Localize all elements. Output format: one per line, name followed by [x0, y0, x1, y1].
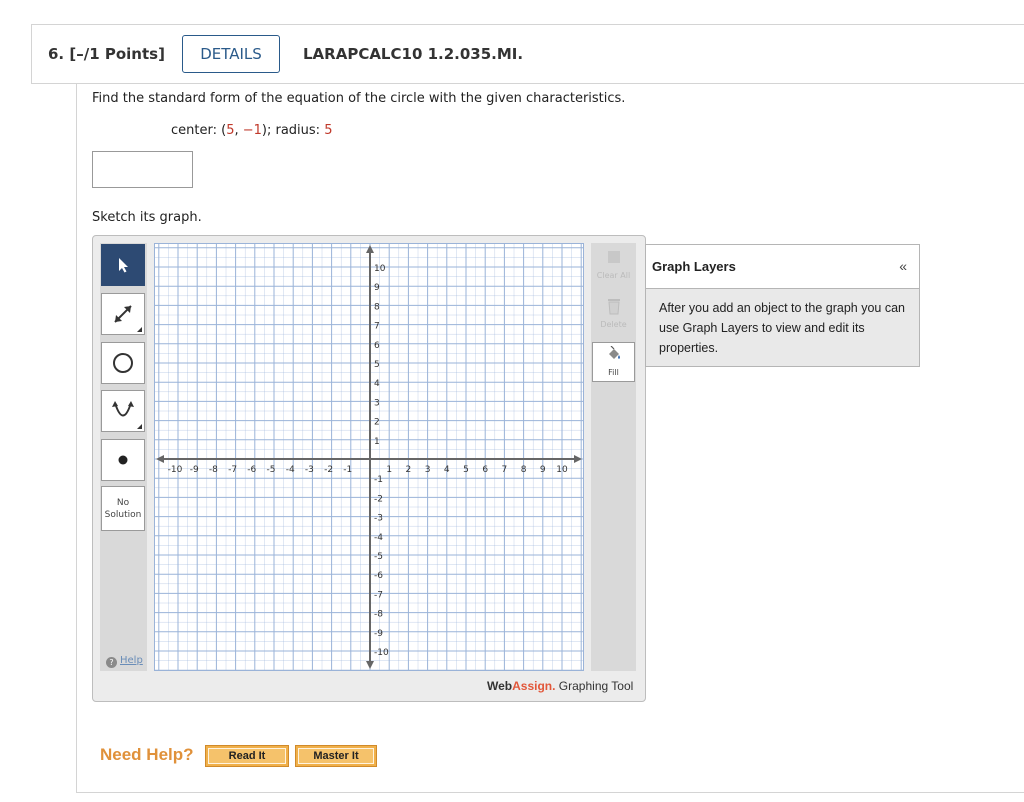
x-tick-label: -10 — [168, 465, 183, 475]
x-tick-label: 9 — [540, 465, 546, 475]
clear-all-icon — [607, 251, 620, 263]
help-icon: ? — [106, 657, 117, 668]
master-it-label: Master It — [298, 748, 374, 764]
x-tick-label: -1 — [343, 465, 352, 475]
brand-tool: Graphing Tool — [555, 679, 634, 693]
y-tick-label: 1 — [374, 437, 380, 447]
clear-all-button[interactable]: Clear All — [592, 244, 635, 284]
x-tick-label: 10 — [556, 465, 568, 475]
x-tick-label: -9 — [190, 465, 199, 475]
fill-button[interactable]: Fill — [592, 342, 635, 382]
content-left-border — [76, 84, 77, 793]
x-tick-label: 6 — [482, 465, 488, 475]
question-prompt: Find the standard form of the equation o… — [92, 91, 626, 106]
answer-input[interactable] — [92, 151, 193, 188]
y-tick-label: -4 — [374, 533, 383, 543]
graph-layers-panel: Graph Layers « After you add an object t… — [645, 244, 920, 367]
collapse-layers-button[interactable]: « — [899, 258, 907, 274]
y-tick-label: -2 — [374, 494, 383, 504]
brand-assign: Assign. — [512, 679, 556, 693]
center-label: center: ( — [171, 123, 227, 138]
delete-button[interactable]: Delete — [592, 293, 635, 333]
x-tick-label: 2 — [406, 465, 412, 475]
point-tool-button[interactable] — [101, 439, 145, 481]
x-tick-label: -6 — [247, 465, 256, 475]
pointer-icon — [119, 258, 128, 273]
question-number: 6. [–/1 Points] — [48, 45, 165, 63]
x-tick-label: 1 — [386, 465, 392, 475]
graph-layers-title: Graph Layers — [652, 259, 736, 274]
help-label: Help — [120, 655, 143, 666]
y-tick-label: 8 — [374, 302, 380, 312]
center-separator: , — [234, 123, 243, 138]
sketch-label: Sketch its graph. — [92, 210, 202, 225]
question-code: LARAPCALC10 1.2.035.MI. — [303, 45, 524, 63]
need-help-label: Need Help? — [100, 745, 194, 764]
y-tick-label: 4 — [374, 379, 380, 389]
parabola-icon — [112, 401, 134, 417]
y-axis-arrow-down — [366, 661, 374, 669]
y-tick-label: 10 — [374, 264, 386, 274]
no-solution-button[interactable]: No Solution — [101, 486, 145, 531]
x-tick-label: 8 — [521, 465, 527, 475]
radius-label: ); radius: — [261, 123, 325, 138]
y-tick-label: -1 — [374, 475, 383, 485]
x-tick-label: -7 — [228, 465, 237, 475]
fill-label: Fill — [608, 368, 619, 377]
master-it-button[interactable]: Master It — [295, 745, 377, 767]
y-tick-label: 2 — [374, 418, 380, 428]
y-axis-arrow-up — [366, 245, 374, 253]
no-solution-line1: No — [116, 498, 130, 508]
x-tick-label: -2 — [324, 465, 333, 475]
trash-icon — [607, 299, 620, 315]
x-tick-label: -3 — [305, 465, 314, 475]
radius-value: 5 — [324, 123, 333, 138]
y-tick-label: -5 — [374, 552, 383, 562]
webassign-branding: WebAssign. Graphing Tool — [487, 679, 633, 693]
y-tick-label: -9 — [374, 629, 383, 639]
y-tick-label: -8 — [374, 610, 383, 620]
y-tick-label: -6 — [374, 571, 383, 581]
y-tick-label: 9 — [374, 283, 380, 293]
graph-layers-header: Graph Layers « — [646, 245, 919, 289]
line-tool-button[interactable] — [101, 293, 145, 335]
details-button[interactable]: DETAILS — [182, 35, 280, 73]
clear-all-label: Clear All — [596, 271, 631, 280]
point-icon — [118, 455, 128, 465]
coordinate-grid[interactable]: -10 -9 -8 -7 -6 -5 -4 -3 -2 -1 1 2 3 4 5 6 7 8 9 1010987654… — [154, 243, 584, 671]
circle-icon — [113, 353, 133, 373]
y-tick-label: 7 — [374, 322, 380, 332]
content-bottom-border — [76, 792, 1024, 793]
given-characteristics: center: (5, −1); radius: 5 — [171, 123, 332, 138]
y-tick-label: -10 — [374, 648, 389, 658]
graph-canvas[interactable]: -10 -9 -8 -7 -6 -5 -4 -3 -2 -1 1 2 3 4 5 6 7 8 9 10 10 9 8 7 6 5 4… — [154, 243, 584, 671]
read-it-button[interactable]: Read It — [205, 745, 289, 767]
x-tick-label: -4 — [286, 465, 295, 475]
y-tick-label: 5 — [374, 360, 380, 370]
read-it-label: Read It — [208, 748, 286, 764]
question-header: 6. [–/1 Points] DETAILS LARAPCALC10 1.2.… — [31, 24, 1024, 84]
x-tick-label: -8 — [209, 465, 218, 475]
x-axis-arrow-left — [156, 455, 164, 463]
y-tick-label: -7 — [374, 590, 383, 600]
y-tick-label: 3 — [374, 398, 380, 408]
pointer-tool-button[interactable] — [101, 244, 145, 286]
line-segment-icon — [114, 305, 132, 323]
x-tick-label: 4 — [444, 465, 450, 475]
center-y-value: −1 — [242, 123, 262, 138]
x-tick-label: -5 — [267, 465, 276, 475]
graph-help-link[interactable]: ? Help — [106, 655, 143, 668]
circle-tool-button[interactable] — [101, 342, 145, 384]
x-tick-label: 3 — [425, 465, 431, 475]
graph-layers-description: After you add an object to the graph you… — [659, 301, 906, 355]
delete-label: Delete — [600, 320, 627, 329]
parabola-tool-button[interactable] — [101, 390, 145, 432]
y-tick-label: -3 — [374, 514, 383, 524]
brand-web: Web — [487, 679, 513, 693]
x-tick-label: 5 — [463, 465, 469, 475]
paint-bucket-icon — [608, 345, 620, 359]
no-solution-line2: Solution — [104, 510, 142, 520]
y-tick-label: 6 — [374, 341, 380, 351]
x-tick-label: 7 — [502, 465, 508, 475]
